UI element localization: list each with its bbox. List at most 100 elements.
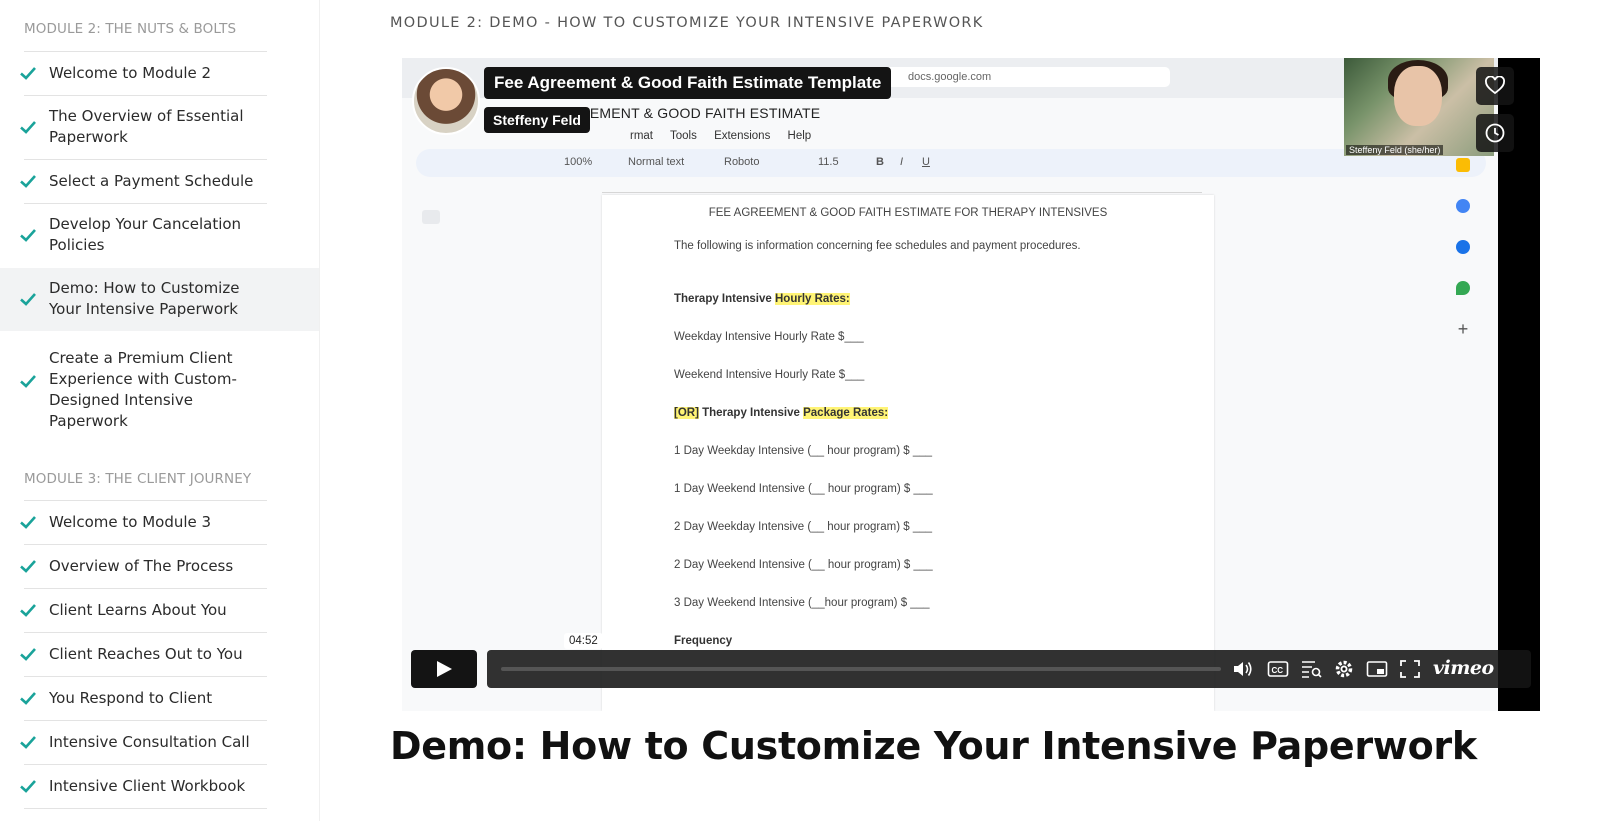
lesson-label: Client Learns About You (49, 601, 227, 619)
video-player[interactable]: docs.google.com REEMENT & GOOD FAITH EST… (402, 58, 1540, 711)
check-icon (20, 175, 36, 188)
doc-package-heading: [OR] Therapy Intensive Package Rates: (674, 407, 889, 419)
lesson-label: Select a Payment Schedule (49, 172, 254, 190)
doc-toolbar: 100% Normal text Roboto 11.5 B I U (416, 149, 1486, 177)
lesson-label: Create a Premium Client Experience with … (49, 349, 237, 430)
check-icon (20, 736, 36, 749)
lesson-label: Intensive Consultation Call (49, 733, 250, 751)
text: Therapy Intensive (698, 407, 804, 419)
check-icon (20, 560, 36, 573)
zoom-level: 100% (564, 156, 593, 168)
lesson-welcome-module-2[interactable]: Welcome to Module 2 (0, 52, 319, 95)
transcript-icon[interactable] (1300, 659, 1322, 679)
module-3-heading: MODULE 3: THE CLIENT JOURNEY (24, 471, 252, 487)
highlight: Package Rates: (803, 407, 889, 419)
doc-package-line: 1 Day Weekday Intensive (__ hour program… (674, 445, 933, 457)
author-avatar (412, 67, 480, 135)
doc-package-line: 3 Day Weekend Intensive (__hour program)… (674, 597, 930, 609)
lesson-label: Client Reaches Out to You (49, 645, 243, 663)
like-button[interactable] (1476, 67, 1514, 105)
doc-package-line: 2 Day Weekend Intensive (__ hour program… (674, 559, 933, 571)
lesson-client-reaches-out[interactable]: Client Reaches Out to You (0, 633, 319, 676)
underline-icon: U (922, 156, 930, 168)
webcam-face (1394, 66, 1442, 126)
check-icon (20, 229, 36, 242)
lesson-welcome-module-3[interactable]: Welcome to Module 3 (0, 501, 319, 544)
lesson-cancelation-policies[interactable]: Develop Your Cancelation Policies (0, 204, 319, 267)
player-controls: 04:52 CC vimeo (402, 633, 1540, 711)
text: Therapy Intensive (674, 293, 775, 305)
doc-weekday-hourly: Weekday Intensive Hourly Rate $___ (674, 331, 864, 343)
vimeo-logo[interactable]: vimeo (1433, 657, 1494, 679)
volume-icon[interactable] (1232, 659, 1254, 679)
doc-package-line: 1 Day Weekend Intensive (__ hour program… (674, 483, 933, 495)
italic-icon: I (900, 156, 904, 168)
picture-in-picture-icon[interactable] (1366, 659, 1388, 679)
play-button[interactable] (411, 650, 477, 688)
maps-icon (1456, 281, 1470, 295)
doc-heading: FEE AGREEMENT & GOOD FAITH ESTIMATE FOR … (708, 207, 1108, 219)
lesson-label: Welcome to Module 3 (49, 513, 212, 531)
lesson-payment-schedule[interactable]: Select a Payment Schedule (0, 160, 319, 203)
font-select: Roboto (724, 156, 760, 168)
menu-format: rmat (630, 130, 653, 142)
lesson-overview-paperwork[interactable]: The Overview of Essential Paperwork (0, 96, 319, 159)
progress-track[interactable] (501, 667, 1221, 671)
bold-icon: B (876, 156, 884, 168)
lesson-premium-client-experience[interactable]: Create a Premium Client Experience with … (0, 332, 319, 432)
doc-weekend-hourly: Weekend Intensive Hourly Rate $___ (674, 369, 865, 381)
lesson-consultation-call[interactable]: Intensive Consultation Call (0, 721, 319, 764)
video-frame: docs.google.com REEMENT & GOOD FAITH EST… (402, 58, 1498, 711)
watch-later-button[interactable] (1476, 114, 1514, 152)
play-icon (437, 661, 452, 677)
tasks-icon (1456, 199, 1470, 213)
outline-icon (422, 210, 440, 224)
check-icon (20, 648, 36, 661)
video-title-overlay[interactable]: Fee Agreement & Good Faith Estimate Temp… (484, 67, 892, 99)
divider (24, 808, 267, 809)
lesson-label: The Overview of Essential Paperwork (49, 107, 244, 146)
lesson-label: You Respond to Client (49, 689, 213, 707)
check-icon (20, 516, 36, 529)
menu-tools: Tools (670, 130, 697, 142)
fullscreen-icon[interactable] (1399, 659, 1421, 679)
highlight: [OR] (674, 407, 699, 419)
doc-intro: The following is information concerning … (674, 240, 1081, 252)
captions-icon[interactable]: CC (1267, 659, 1289, 679)
lesson-label: Overview of The Process (49, 557, 234, 575)
check-icon (20, 293, 36, 306)
settings-icon[interactable] (1333, 659, 1355, 679)
page-title: Demo: How to Customize Your Intensive Pa… (390, 724, 1477, 768)
lesson-overview-process[interactable]: Overview of The Process (0, 545, 319, 588)
ruler (602, 179, 1202, 193)
webcam-label: Steffeny Feld (she/her) (1346, 145, 1444, 155)
progress-bar[interactable]: 04:52 CC vimeo (487, 633, 1531, 688)
lesson-you-respond[interactable]: You Respond to Client (0, 677, 319, 720)
lesson-label: Demo: How to Customize Your Intensive Pa… (49, 279, 240, 318)
check-icon (20, 780, 36, 793)
lesson-label: Welcome to Module 2 (49, 64, 212, 82)
time-display: 04:52 (564, 633, 603, 649)
highlight: Hourly Rates: (774, 293, 850, 305)
menu-extensions: Extensions (714, 130, 771, 142)
heart-icon (1485, 76, 1505, 95)
course-sidebar: MODULE 2: THE NUTS & BOLTS Welcome to Mo… (0, 0, 320, 821)
add-icon: + (1457, 319, 1469, 339)
doc-page: FEE AGREEMENT & GOOD FAITH ESTIMATE FOR … (602, 195, 1214, 711)
doc-hourly-heading: Therapy Intensive Hourly Rates: (674, 293, 850, 305)
breadcrumb: MODULE 2: DEMO - HOW TO CUSTOMIZE YOUR I… (390, 15, 984, 31)
check-icon (20, 121, 36, 134)
font-size: 11.5 (818, 156, 839, 168)
lesson-demo-customize-paperwork[interactable]: Demo: How to Customize Your Intensive Pa… (0, 268, 319, 331)
lesson-client-workbook[interactable]: Intensive Client Workbook (0, 765, 319, 808)
check-icon (20, 67, 36, 80)
lesson-client-learns[interactable]: Client Learns About You (0, 589, 319, 632)
clock-icon (1485, 123, 1505, 143)
lesson-label: Develop Your Cancelation Policies (49, 215, 242, 254)
doc-title: REEMENT & GOOD FAITH ESTIMATE (570, 105, 821, 121)
doc-side-panel: + (1448, 158, 1478, 363)
video-author-overlay[interactable]: Steffeny Feld (484, 107, 590, 133)
webcam-feed: Steffeny Feld (she/her) (1344, 58, 1494, 156)
check-icon (20, 692, 36, 705)
menu-help: Help (787, 130, 812, 142)
